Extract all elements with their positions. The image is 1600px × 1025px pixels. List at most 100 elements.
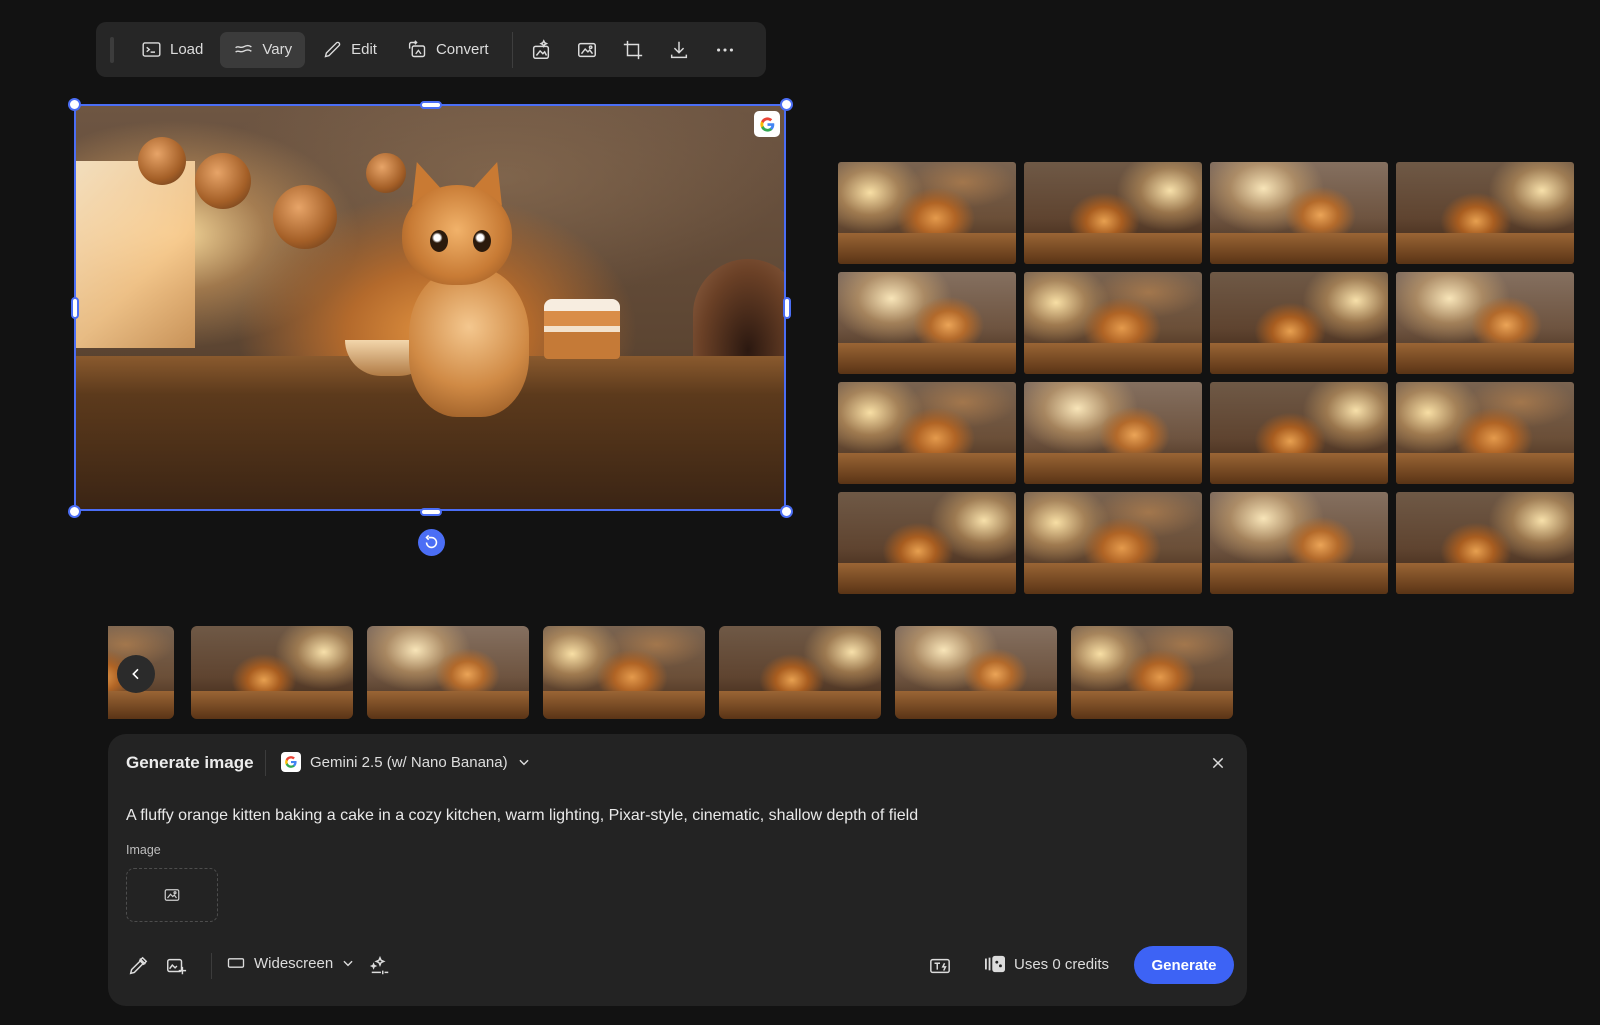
- generative-fill-button[interactable]: [521, 32, 561, 68]
- variation-thumbnail[interactable]: [1396, 162, 1574, 264]
- resize-handle-top[interactable]: [420, 101, 442, 109]
- convert-label: Convert: [435, 41, 489, 58]
- image-icon: [577, 42, 596, 57]
- panel-title: Generate image: [126, 753, 254, 772]
- image-reference-label: Image: [126, 843, 161, 857]
- variation-thumbnail[interactable]: [1024, 272, 1202, 374]
- aspect-ratio-dropdown[interactable]: Widescreen: [226, 953, 355, 973]
- pencil-icon: [324, 41, 341, 58]
- variation-thumbnail[interactable]: [838, 162, 1016, 264]
- credits-icon: [985, 955, 1005, 973]
- more-options-button[interactable]: [705, 32, 745, 68]
- google-g-icon: [281, 752, 301, 772]
- download-icon: [670, 41, 687, 58]
- image-icon: [164, 889, 180, 901]
- google-g-icon: [759, 116, 774, 132]
- credits-indicator: Uses 0 credits: [984, 954, 1109, 974]
- image-pan: [195, 152, 252, 209]
- model-name: Gemini 2.5 (w/ Nano Banana): [310, 753, 508, 771]
- prompt-input[interactable]: A fluffy orange kitten baking a cake in …: [126, 807, 1216, 825]
- terminal-icon: [142, 42, 161, 57]
- rotate-button[interactable]: [418, 529, 445, 556]
- panel-bottom-bar: Widescreen Uses 0 credits Generate: [108, 946, 1247, 986]
- variation-thumbnail[interactable]: [1024, 382, 1202, 484]
- image-pan: [365, 152, 406, 193]
- variation-thumbnail[interactable]: [1396, 382, 1574, 484]
- image-kitten-body: [408, 266, 529, 417]
- close-icon: [1212, 757, 1224, 769]
- eyedropper-icon: [129, 956, 148, 975]
- convert-button[interactable]: Convert: [394, 32, 502, 68]
- edit-label: Edit: [351, 41, 377, 58]
- history-thumbnail[interactable]: [895, 626, 1057, 719]
- top-toolbar: Load Vary Edit Convert: [96, 22, 766, 77]
- model-badge: [754, 111, 780, 137]
- image-kitten-eye: [430, 230, 448, 253]
- image-reference-dropzone[interactable]: [126, 868, 218, 922]
- resize-handle-right[interactable]: [783, 297, 791, 319]
- history-prev-button[interactable]: [117, 655, 155, 693]
- variation-thumbnail[interactable]: [1210, 382, 1388, 484]
- variation-thumbnail[interactable]: [1210, 272, 1388, 374]
- history-thumbnail[interactable]: [191, 626, 353, 719]
- panel-divider: [265, 750, 266, 776]
- crop-button[interactable]: [613, 32, 653, 68]
- bottom-divider: [211, 953, 212, 979]
- variation-thumbnail[interactable]: [1024, 162, 1202, 264]
- image-kitten-head: [401, 185, 512, 286]
- resize-handle-bottom-left[interactable]: [68, 505, 81, 518]
- chevron-left-icon: [132, 668, 139, 680]
- resize-handle-top-left[interactable]: [68, 98, 81, 111]
- generate-panel: Generate image Gemini 2.5 (w/ Nano Banan…: [108, 734, 1247, 1006]
- add-image-button[interactable]: [160, 950, 192, 982]
- image-window-light: [74, 160, 196, 349]
- wave-icon: [235, 44, 253, 53]
- resize-handle-bottom-right[interactable]: [780, 505, 793, 518]
- toolbar-drag-handle[interactable]: [110, 36, 114, 63]
- history-thumbnail[interactable]: [367, 626, 529, 719]
- variation-grid: [838, 162, 1576, 594]
- resize-handle-top-right[interactable]: [780, 98, 793, 111]
- close-panel-button[interactable]: [1207, 752, 1229, 774]
- variation-thumbnail[interactable]: [1024, 492, 1202, 594]
- widescreen-icon: [227, 958, 245, 968]
- load-label: Load: [170, 41, 204, 58]
- image-kitten-eye: [472, 230, 491, 253]
- variation-thumbnail[interactable]: [838, 492, 1016, 594]
- generate-button[interactable]: Generate: [1134, 946, 1234, 984]
- image-pan: [273, 185, 338, 250]
- sparkle-settings-icon: [369, 955, 389, 975]
- vary-button[interactable]: Vary: [220, 31, 306, 68]
- resize-handle-bottom[interactable]: [420, 508, 442, 516]
- style-picker-button[interactable]: [122, 950, 154, 982]
- chevron-down-icon: [343, 960, 353, 967]
- history-thumbnail[interactable]: [543, 626, 705, 719]
- variation-thumbnail[interactable]: [1396, 272, 1574, 374]
- variation-thumbnail[interactable]: [1210, 162, 1388, 264]
- magic-image-icon: [532, 38, 549, 59]
- variation-thumbnail[interactable]: [1210, 492, 1388, 594]
- rotate-icon: [425, 534, 438, 549]
- selected-generated-image[interactable]: [74, 104, 786, 511]
- history-strip[interactable]: [108, 626, 1234, 719]
- history-thumbnail[interactable]: [1071, 626, 1233, 719]
- variation-thumbnail[interactable]: [838, 382, 1016, 484]
- advanced-settings-button[interactable]: [364, 950, 396, 982]
- image-button[interactable]: [567, 32, 607, 68]
- edit-button[interactable]: Edit: [309, 32, 390, 68]
- download-button[interactable]: [659, 32, 699, 68]
- variation-thumbnail[interactable]: [1396, 492, 1574, 594]
- resize-handle-left[interactable]: [71, 297, 79, 319]
- credits-label: Uses 0 credits: [1014, 955, 1110, 973]
- variation-thumbnail[interactable]: [838, 272, 1016, 374]
- image-cake: [543, 299, 620, 360]
- model-selector[interactable]: Gemini 2.5 (w/ Nano Banana): [281, 752, 531, 772]
- aspect-ratio-label: Widescreen: [254, 954, 334, 972]
- image-add-icon: [167, 958, 187, 975]
- convert-icon: [408, 40, 426, 58]
- chevron-down-icon: [519, 759, 529, 766]
- text-effects-button[interactable]: [924, 950, 956, 982]
- vary-label: Vary: [262, 41, 293, 58]
- history-thumbnail[interactable]: [719, 626, 881, 719]
- load-button[interactable]: Load: [128, 32, 216, 68]
